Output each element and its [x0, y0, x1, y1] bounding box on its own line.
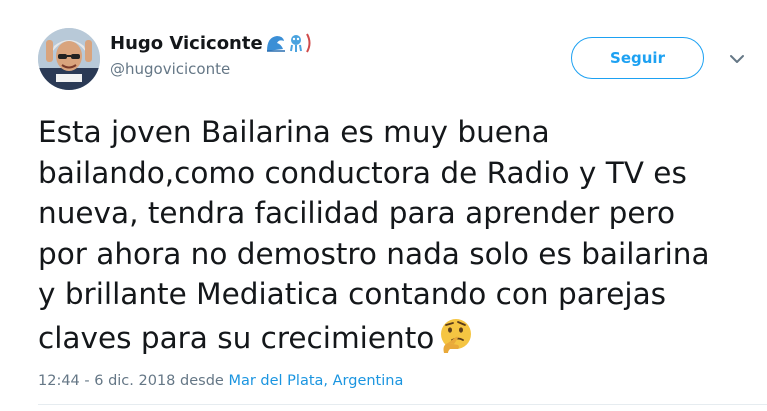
thinking-face-emoji — [441, 318, 472, 353]
divider — [38, 404, 767, 405]
alien-emoji — [289, 35, 302, 52]
location-link[interactable]: Mar del Plata, Argentina — [228, 373, 403, 389]
avatar-image — [38, 28, 100, 90]
from-label: desde — [180, 373, 224, 389]
display-name[interactable]: Hugo Viciconte — [110, 33, 263, 54]
wave-emoji — [266, 36, 285, 52]
follow-button[interactable]: Seguir — [571, 37, 704, 79]
chevron-down-icon[interactable] — [728, 53, 746, 65]
tweet-line: y brillante Mediatica contando con parej… — [38, 277, 667, 312]
name-row: Hugo Viciconte — [110, 32, 313, 54]
parenthesis-emoji — [305, 33, 311, 53]
tweet-text: Esta joven Bailarina es muy buena bailan… — [38, 112, 760, 359]
tweet-line: por ahora no demostro nada solo es baila… — [38, 236, 710, 271]
tweet-meta: 12:44 - 6 dic. 2018 desde Mar del Plata,… — [38, 373, 403, 389]
tweet-line: claves para su crecimiento — [38, 320, 435, 355]
user-handle[interactable]: @hugoviciconte — [110, 60, 313, 78]
avatar[interactable] — [38, 28, 100, 90]
tweet-line: Esta joven Bailarina es muy buena — [38, 115, 550, 149]
name-emojis — [265, 32, 313, 54]
timestamp[interactable]: 12:44 - 6 dic. 2018 — [38, 373, 175, 389]
tweet-last-line: claves para su crecimiento — [38, 315, 760, 359]
author-block: Hugo Viciconte @hugoviciconte — [110, 32, 313, 78]
tweet-line: bailando,como conductora de Radio y TV e… — [38, 155, 687, 190]
tweet-line: nueva, tendra facilidad para aprender pe… — [38, 196, 676, 231]
